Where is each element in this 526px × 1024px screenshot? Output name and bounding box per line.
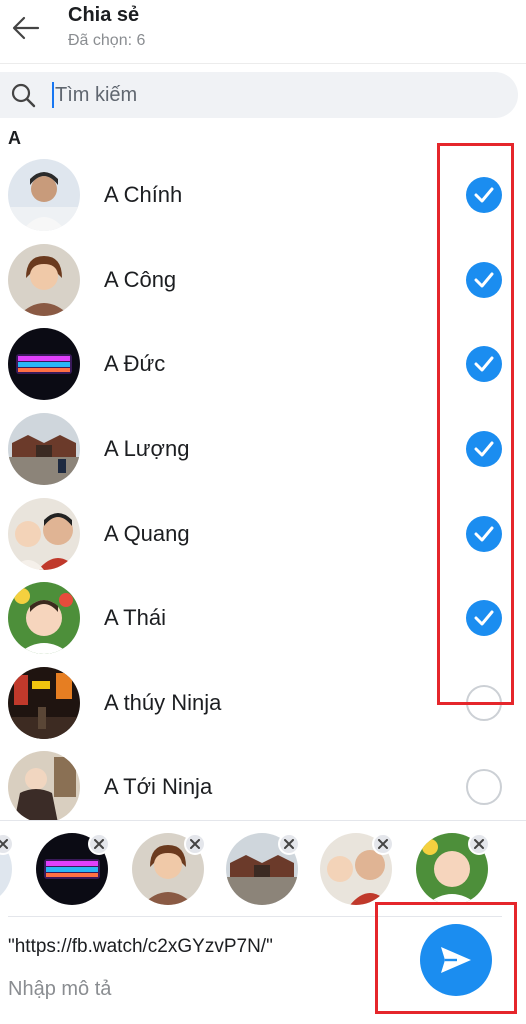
selected-chip[interactable] bbox=[416, 833, 490, 905]
check-icon bbox=[474, 356, 494, 372]
share-composer: "https://fb.watch/c2xGYzvP7N/" bbox=[0, 912, 526, 1024]
page-title: Chia sẻ bbox=[68, 4, 140, 26]
contact-row[interactable]: A thúy Ninja bbox=[0, 661, 526, 746]
divider bbox=[8, 916, 502, 917]
close-icon bbox=[474, 839, 484, 849]
remove-button[interactable] bbox=[0, 833, 14, 855]
contact-name: A Thái bbox=[104, 605, 166, 631]
description-input[interactable] bbox=[8, 978, 408, 1001]
contact-row[interactable]: A Đức bbox=[0, 322, 526, 407]
contact-name: A Lượng bbox=[104, 436, 190, 462]
selected-contacts-strip[interactable] bbox=[0, 820, 526, 912]
paper-plane-icon bbox=[441, 947, 471, 973]
arrow-left-icon bbox=[12, 16, 40, 40]
avatar bbox=[8, 243, 80, 316]
selected-chip[interactable] bbox=[320, 833, 394, 905]
selected-checkbox[interactable] bbox=[466, 261, 502, 298]
section-header: A bbox=[8, 128, 21, 148]
selected-chip[interactable] bbox=[36, 833, 110, 905]
selected-chip[interactable] bbox=[0, 833, 14, 905]
selected-checkbox[interactable] bbox=[466, 431, 502, 468]
remove-button[interactable] bbox=[468, 833, 490, 855]
text-caret bbox=[52, 82, 54, 108]
app-header: Chia sẻ Đã chọn: 6 bbox=[0, 0, 526, 64]
avatar bbox=[8, 751, 80, 820]
back-button[interactable] bbox=[8, 10, 44, 46]
contact-row[interactable]: A Quang bbox=[0, 491, 526, 576]
selected-chip[interactable] bbox=[226, 833, 300, 905]
contact-list[interactable]: A Chính A Công A Đức A Lượng A Quang A T… bbox=[0, 153, 526, 820]
check-icon bbox=[474, 610, 494, 626]
close-icon bbox=[378, 839, 388, 849]
close-icon bbox=[0, 839, 8, 849]
selected-checkbox[interactable] bbox=[466, 600, 502, 637]
check-icon bbox=[474, 526, 494, 542]
selected-checkbox[interactable] bbox=[466, 515, 502, 552]
contact-row[interactable]: A Tới Ninja bbox=[0, 745, 526, 820]
shared-link: "https://fb.watch/c2xGYzvP7N/" bbox=[8, 936, 273, 957]
search-bar[interactable] bbox=[0, 72, 518, 118]
unselected-checkbox[interactable] bbox=[466, 684, 502, 721]
avatar bbox=[8, 159, 80, 232]
avatar bbox=[8, 497, 80, 570]
avatar bbox=[8, 582, 80, 655]
avatar bbox=[8, 328, 80, 401]
selected-checkbox[interactable] bbox=[466, 177, 502, 214]
selected-chip[interactable] bbox=[132, 833, 206, 905]
close-icon bbox=[284, 839, 294, 849]
remove-button[interactable] bbox=[278, 833, 300, 855]
contact-row[interactable]: A Chính bbox=[0, 153, 526, 238]
check-icon bbox=[474, 187, 494, 203]
contact-row[interactable]: A Lượng bbox=[0, 407, 526, 492]
unselected-checkbox[interactable] bbox=[466, 769, 502, 806]
avatar bbox=[8, 413, 80, 486]
avatar bbox=[8, 666, 80, 739]
contact-name: A Quang bbox=[104, 520, 190, 546]
contact-name: A Chính bbox=[104, 182, 183, 208]
search-icon bbox=[8, 80, 38, 110]
selected-count: Đã chọn: 6 bbox=[68, 32, 146, 49]
contact-row[interactable]: A Thái bbox=[0, 576, 526, 661]
search-input[interactable] bbox=[55, 83, 455, 107]
contact-name: A Công bbox=[104, 266, 177, 292]
send-button[interactable] bbox=[420, 924, 492, 996]
remove-button[interactable] bbox=[184, 833, 206, 855]
contact-name: A Đức bbox=[104, 351, 166, 377]
remove-button[interactable] bbox=[88, 833, 110, 855]
contact-name: A Tới Ninja bbox=[104, 774, 213, 800]
close-icon bbox=[190, 839, 200, 849]
check-icon bbox=[474, 272, 494, 288]
check-icon bbox=[474, 441, 494, 457]
remove-button[interactable] bbox=[372, 833, 394, 855]
contact-row[interactable]: A Công bbox=[0, 238, 526, 323]
selected-checkbox[interactable] bbox=[466, 346, 502, 383]
contact-name: A thúy Ninja bbox=[104, 689, 222, 715]
close-icon bbox=[94, 839, 104, 849]
